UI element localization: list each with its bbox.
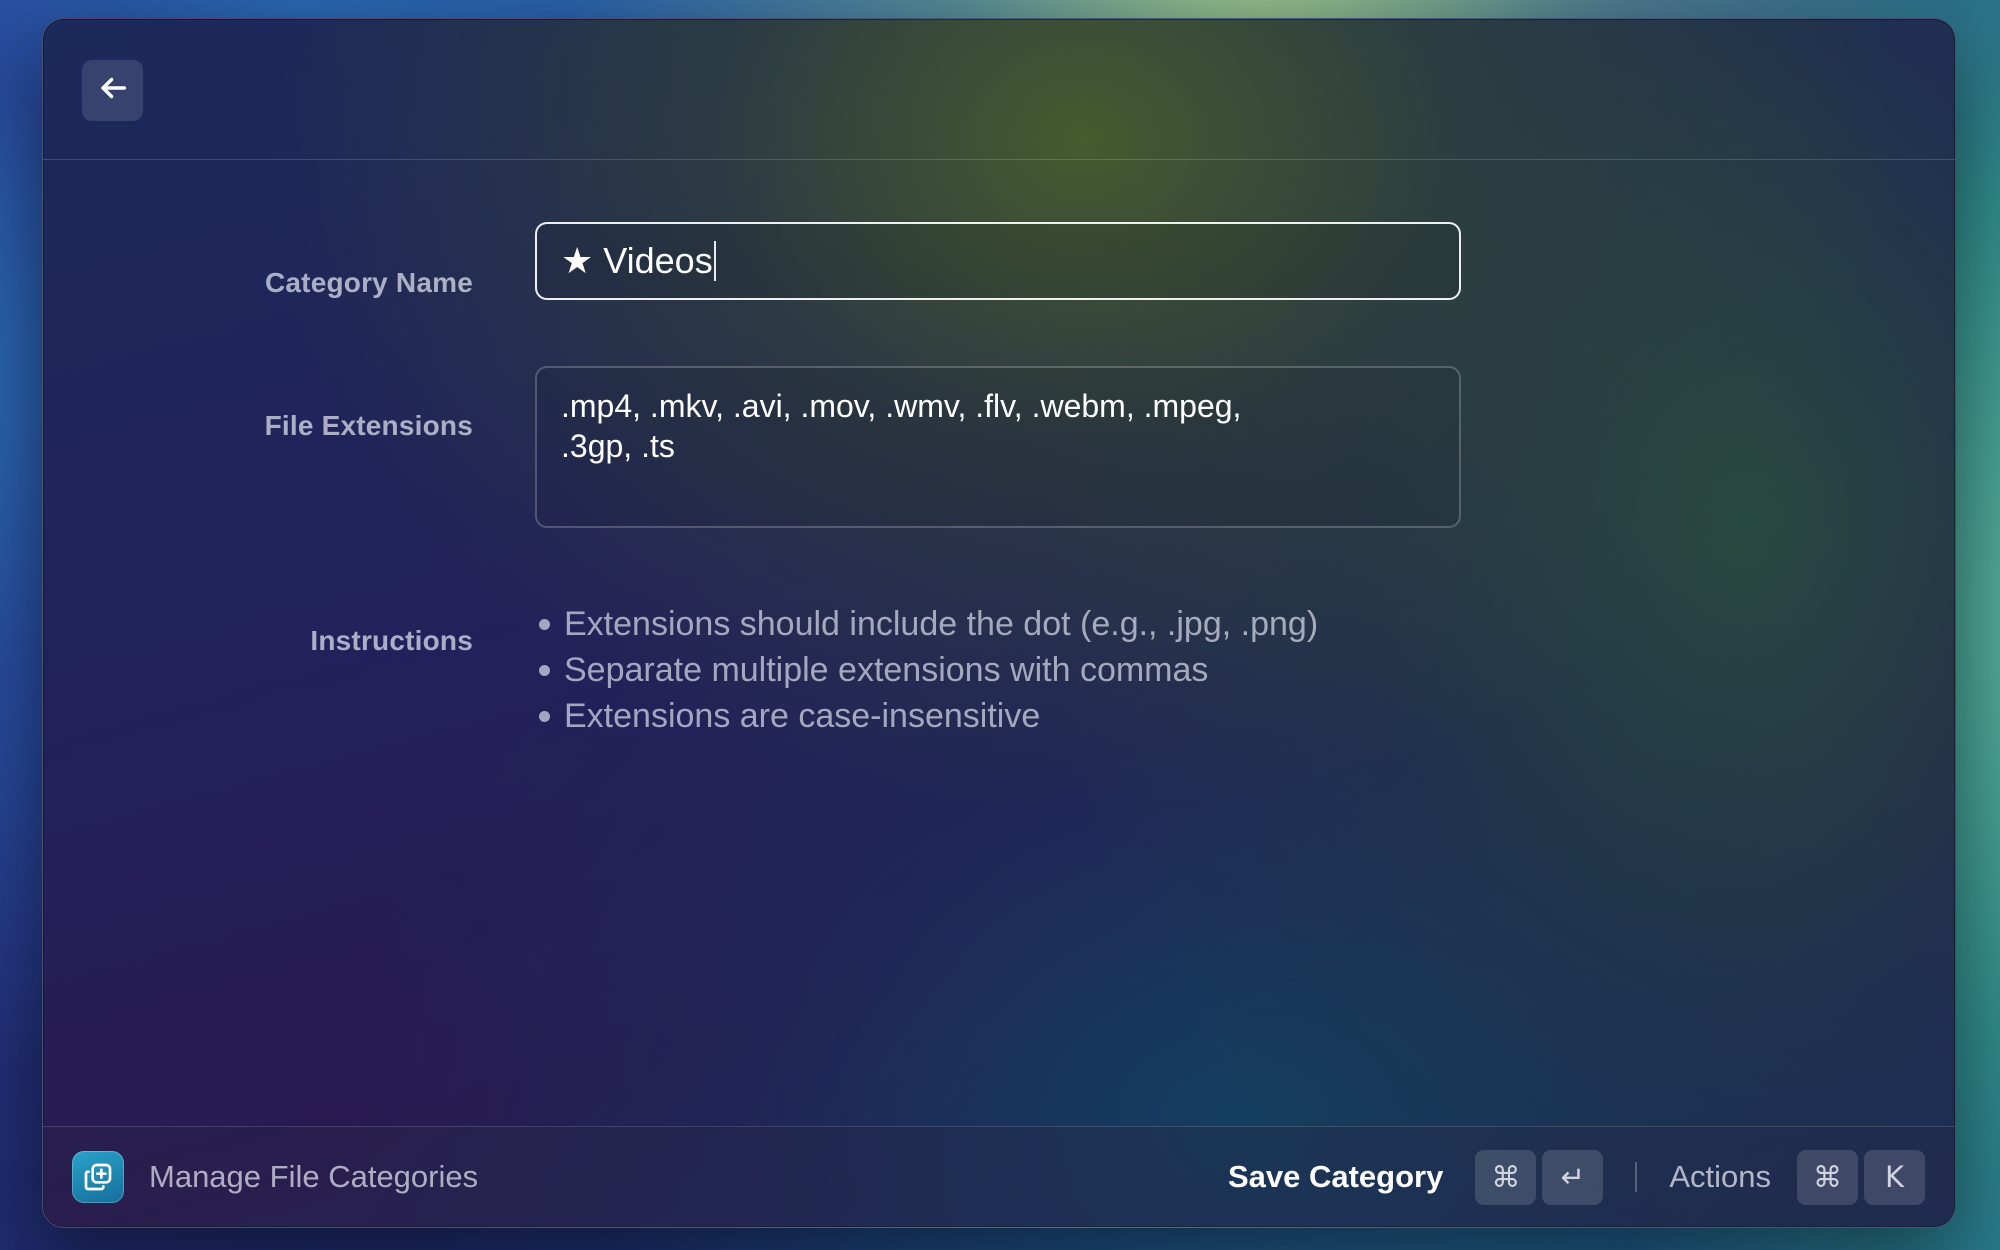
instruction-text: Extensions should include the dot (e.g.,… (564, 605, 1319, 643)
command-window: Category Name ★ Videos File Extensions .… (42, 18, 1956, 1228)
command-key-icon: ⌘ (1797, 1149, 1858, 1205)
instructions-label: Instructions (310, 625, 473, 656)
category-name-label: Category Name (264, 267, 473, 298)
category-add-icon (72, 1151, 124, 1203)
instruction-text: Extensions are case-insensitive (564, 697, 1041, 735)
actions-button[interactable]: Actions (1669, 1159, 1771, 1195)
save-category-button[interactable]: Save Category (1228, 1159, 1443, 1195)
return-key-icon: ↵ (1542, 1149, 1604, 1205)
file-extensions-label: File Extensions (264, 410, 473, 441)
bullet-icon (539, 664, 550, 676)
header-bar (43, 19, 1955, 160)
category-name-input[interactable]: ★ Videos (535, 222, 1461, 300)
instruction-item: Extensions should include the dot (e.g.,… (535, 601, 1318, 647)
bullet-icon (539, 710, 550, 722)
footer-divider (1635, 1162, 1638, 1192)
footer-title: Manage File Categories (149, 1159, 479, 1194)
back-button[interactable] (82, 60, 143, 121)
instruction-item: Extensions are case-insensitive (535, 693, 1318, 739)
category-name-value: ★ Videos (561, 240, 713, 281)
footer-bar: Manage File Categories Save Category ⌘ ↵… (43, 1126, 1955, 1227)
instructions-list: Extensions should include the dot (e.g.,… (535, 601, 1318, 739)
text-caret (713, 241, 716, 281)
footer-actions: Save Category ⌘ ↵ Actions ⌘ K (1228, 1127, 1925, 1227)
arrow-left-icon (96, 71, 130, 110)
bullet-icon (539, 618, 550, 630)
instruction-text: Separate multiple extensions with commas (564, 651, 1209, 689)
command-key-icon: ⌘ (1475, 1149, 1537, 1205)
k-key: K (1864, 1149, 1925, 1205)
file-extensions-textarea[interactable]: .mp4, .mkv, .avi, .mov, .wmv, .flv, .web… (535, 366, 1461, 528)
instruction-item: Separate multiple extensions with commas (535, 647, 1318, 693)
